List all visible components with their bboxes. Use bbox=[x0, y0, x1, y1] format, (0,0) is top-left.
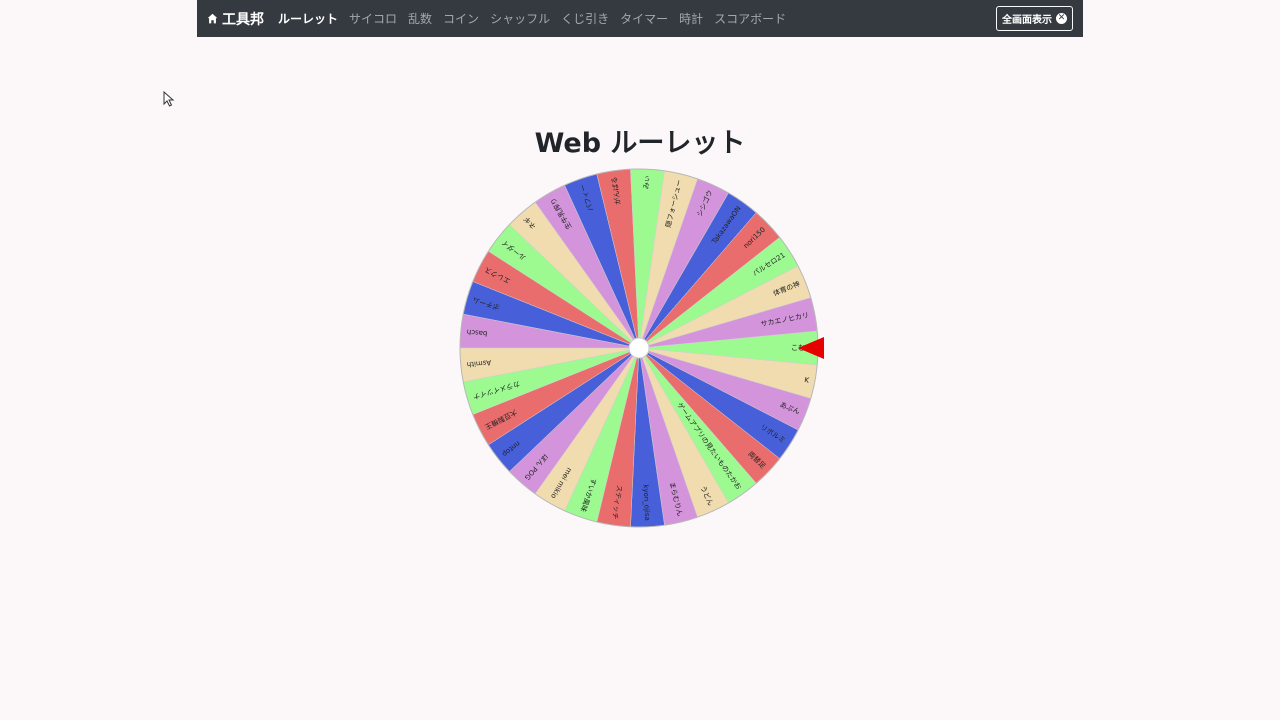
nav-link-6[interactable]: タイマー bbox=[620, 10, 668, 27]
nav-link-2[interactable]: 乱数 bbox=[408, 10, 432, 27]
mouse-cursor-icon bbox=[163, 91, 175, 107]
wheel-center-hub[interactable] bbox=[628, 337, 650, 359]
nav-link-8[interactable]: スコアボード bbox=[714, 10, 786, 27]
fullscreen-button[interactable]: 全画面表示 ✕ bbox=[996, 6, 1073, 31]
nav-link-7[interactable]: 時計 bbox=[679, 10, 703, 27]
nav-link-0[interactable]: ルーレット bbox=[278, 10, 338, 27]
nav-link-4[interactable]: シャッフル bbox=[490, 10, 550, 27]
nav-link-1[interactable]: サイコロ bbox=[349, 10, 397, 27]
brand-text: 工具邦 bbox=[222, 11, 264, 28]
page-title: Web ルーレット bbox=[534, 128, 746, 159]
nav-link-5[interactable]: くじ引き bbox=[561, 10, 609, 27]
roulette-wheel[interactable]: こむぎKあぷんリボルミ両替足ゲームアプリの見たいものたかおうどんまらむりんkyo… bbox=[459, 168, 827, 530]
top-navbar: 工具邦 ルーレット サイコロ 乱数 コイン シャッフル くじ引き タイマー 時計 スコアボード … bbox=[197, 0, 1083, 37]
wheel-label-25: みぃ bbox=[643, 175, 652, 189]
home-icon bbox=[207, 13, 218, 24]
brand-link[interactable]: 工具邦 bbox=[207, 9, 264, 29]
close-circle-icon: ✕ bbox=[1056, 13, 1067, 24]
nav-menu: ルーレット サイコロ 乱数 コイン シャッフル くじ引き タイマー 時計 スコアボード bbox=[278, 10, 797, 27]
fullscreen-label: 全画面表示 bbox=[1002, 15, 1052, 26]
nav-link-3[interactable]: コイン bbox=[443, 10, 479, 27]
